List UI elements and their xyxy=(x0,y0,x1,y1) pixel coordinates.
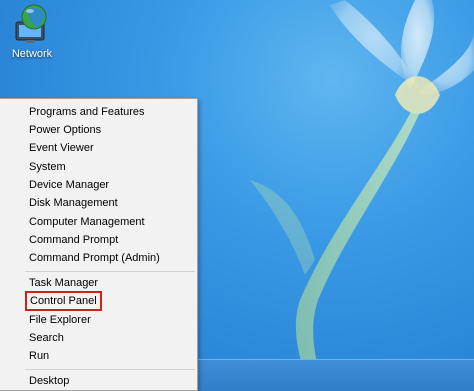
menu-item-event-viewer[interactable]: Event Viewer xyxy=(29,141,94,155)
menu-item-disk-management[interactable]: Disk Management xyxy=(29,196,118,210)
network-globe-icon xyxy=(15,4,47,43)
network-icon-label: Network xyxy=(11,48,53,60)
menu-item-task-manager[interactable]: Task Manager xyxy=(29,276,98,290)
menu-item-control-panel[interactable]: Control Panel xyxy=(25,291,102,311)
menu-item-system[interactable]: System xyxy=(29,160,66,174)
menu-item-search[interactable]: Search xyxy=(29,331,64,345)
menu-item-desktop[interactable]: Desktop xyxy=(29,374,69,388)
network-desktop-icon[interactable]: Network xyxy=(6,2,58,61)
menu-item-device-manager[interactable]: Device Manager xyxy=(29,178,109,192)
winx-context-menu: Programs and Features Power Options Even… xyxy=(0,98,198,391)
menu-item-programs-and-features[interactable]: Programs and Features xyxy=(29,105,145,119)
menu-item-command-prompt[interactable]: Command Prompt xyxy=(29,233,118,247)
menu-separator xyxy=(25,271,195,272)
menu-item-computer-management[interactable]: Computer Management xyxy=(29,215,145,229)
menu-item-power-options[interactable]: Power Options xyxy=(29,123,101,137)
menu-separator xyxy=(25,369,195,370)
menu-item-run[interactable]: Run xyxy=(29,349,49,363)
menu-item-file-explorer[interactable]: File Explorer xyxy=(29,313,91,327)
menu-item-command-prompt-admin[interactable]: Command Prompt (Admin) xyxy=(29,251,160,265)
